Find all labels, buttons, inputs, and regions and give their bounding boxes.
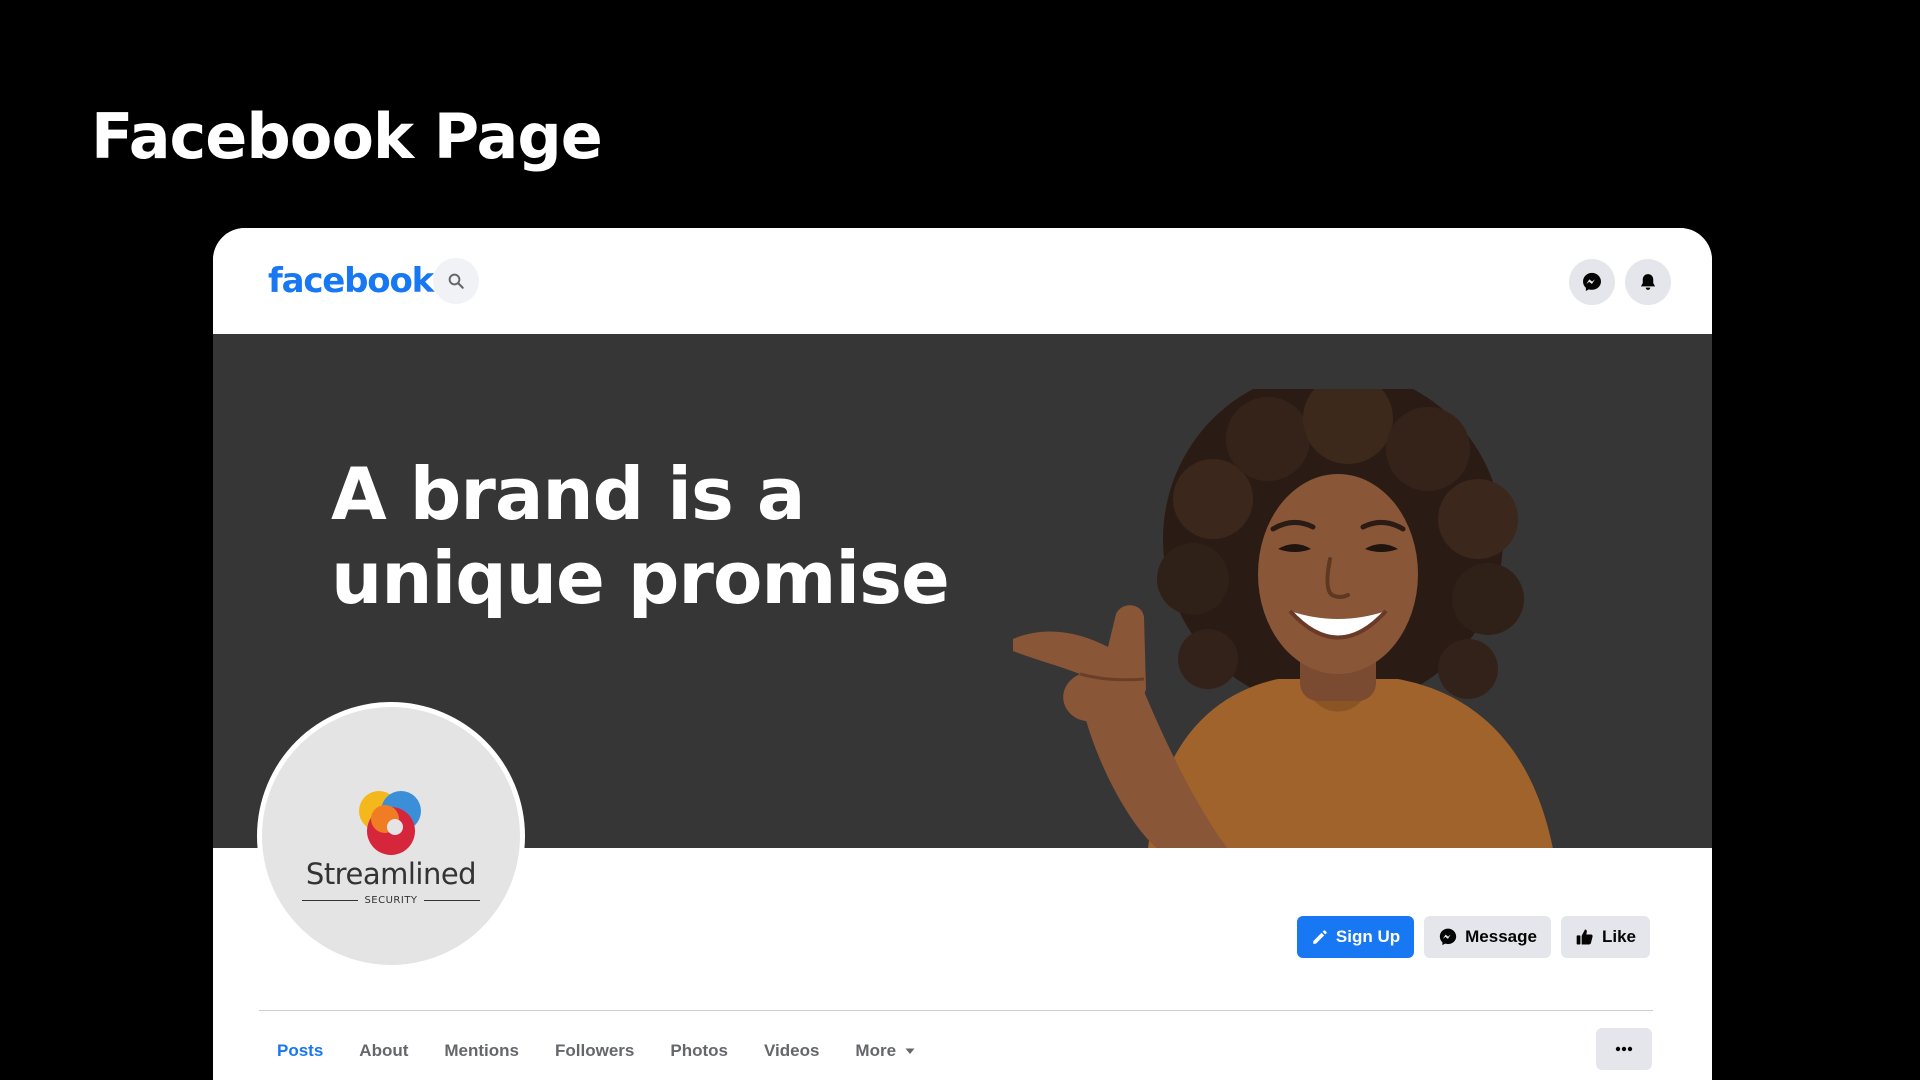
tab-mentions[interactable]: Mentions xyxy=(426,1026,537,1076)
like-button[interactable]: Like xyxy=(1560,916,1650,958)
tab-about[interactable]: About xyxy=(341,1026,426,1076)
message-button[interactable]: Message xyxy=(1424,916,1551,958)
caret-down-icon xyxy=(905,1048,915,1054)
tab-videos-label: Videos xyxy=(763,1041,820,1060)
profile-picture[interactable]: Streamlined SECURITY xyxy=(257,702,525,970)
cover-headline: A brand is a unique promise xyxy=(331,452,1031,620)
bell-icon xyxy=(1640,274,1656,290)
page-tabs: Posts About Mentions Followers Photos Vi… xyxy=(259,1026,934,1076)
cover-headline-line-2: unique promise xyxy=(331,536,950,620)
tab-mentions-label: Mentions xyxy=(444,1041,519,1060)
page-action-buttons: Sign Up Message Like xyxy=(1296,916,1650,958)
cover-headline-line-1: A brand is a xyxy=(331,452,805,536)
sign-up-label: Sign Up xyxy=(1335,927,1401,946)
tab-photos-label: Photos xyxy=(670,1041,728,1060)
cover-person-illustration xyxy=(1013,389,1553,848)
brand-name: Streamlined xyxy=(305,857,477,891)
top-navigation-bar: facebook xyxy=(213,228,1712,334)
streamlined-logo-icon xyxy=(359,791,421,855)
thumbs-up-icon xyxy=(1576,929,1593,945)
tab-more-label: More xyxy=(855,1041,897,1060)
messenger-icon xyxy=(1439,928,1457,946)
tab-posts-label: Posts xyxy=(277,1041,324,1060)
slide-title: Facebook Page xyxy=(91,100,603,173)
more-options-button[interactable] xyxy=(1596,1028,1652,1070)
message-label: Message xyxy=(1465,927,1537,946)
tab-posts[interactable]: Posts xyxy=(259,1026,341,1076)
pencil-icon xyxy=(1313,930,1327,944)
sign-up-button[interactable]: Sign Up xyxy=(1296,916,1415,958)
ellipsis-icon xyxy=(1615,1046,1633,1052)
tab-about-label: About xyxy=(359,1041,409,1060)
like-label: Like xyxy=(1601,927,1636,946)
tab-photos[interactable]: Photos xyxy=(652,1026,746,1076)
tabs-divider xyxy=(259,1010,1653,1011)
search-button[interactable] xyxy=(433,258,479,304)
facebook-page-window: facebook A brand is a unique promise Str… xyxy=(213,228,1712,1080)
notifications-button[interactable] xyxy=(1625,259,1671,305)
search-icon xyxy=(448,273,464,289)
facebook-logo[interactable]: facebook xyxy=(268,261,434,301)
tab-followers[interactable]: Followers xyxy=(537,1026,652,1076)
tab-more[interactable]: More xyxy=(837,1026,934,1076)
messenger-button[interactable] xyxy=(1569,259,1615,305)
brand-tagline-row: SECURITY xyxy=(302,895,480,906)
messenger-icon xyxy=(1583,272,1601,291)
tab-videos[interactable]: Videos xyxy=(746,1026,837,1076)
brand-logo: Streamlined SECURITY xyxy=(262,707,520,965)
tab-followers-label: Followers xyxy=(555,1041,635,1060)
tagline-rule-left xyxy=(302,900,359,901)
tagline-rule-right xyxy=(423,900,480,901)
brand-tagline: SECURITY xyxy=(364,895,418,906)
